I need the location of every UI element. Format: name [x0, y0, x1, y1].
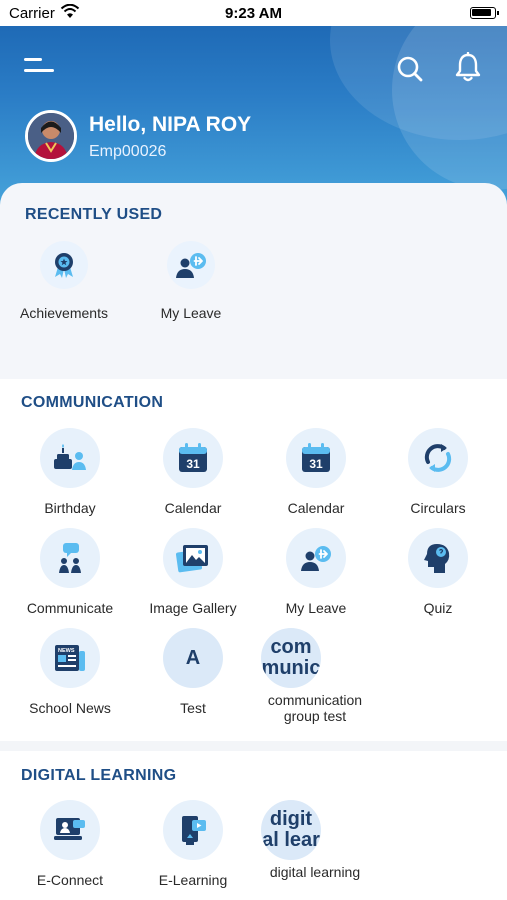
tile-my-leave[interactable]: My Leave — [256, 528, 376, 616]
tile-calendar[interactable]: 31 Calendar — [256, 428, 376, 516]
svg-text:31: 31 — [186, 457, 200, 471]
text-thumbnail-icon: com munic — [261, 628, 321, 688]
tile-label: School News — [29, 700, 111, 716]
avatar-photo — [28, 113, 74, 159]
section-divider — [0, 741, 507, 751]
my-leave-icon — [167, 241, 215, 289]
tile-school-news[interactable]: NEWS School News — [10, 628, 130, 716]
my-leave-icon — [286, 528, 346, 588]
recently-used-title: RECENTLY USED — [25, 206, 163, 223]
tile-e-learning[interactable]: E-Learning — [133, 800, 253, 888]
greeting-text: Hello, NIPA ROY — [89, 113, 252, 136]
recent-item-label: My Leave — [160, 305, 222, 321]
menu-icon — [24, 58, 42, 61]
tile-label: Birthday — [44, 500, 96, 516]
tile-digital-learning[interactable]: digit al lear digital learning — [255, 800, 375, 880]
tile-quiz[interactable]: Quiz — [378, 528, 498, 616]
circular-arrows-icon — [408, 428, 468, 488]
tile-label: communication group test — [267, 692, 363, 724]
tile-e-connect[interactable]: E-Connect — [10, 800, 130, 888]
tile-label: My Leave — [285, 600, 347, 616]
search-icon[interactable] — [395, 54, 425, 84]
communication-title: COMMUNICATION — [21, 394, 164, 411]
tile-label: E-Learning — [158, 872, 228, 888]
text-thumbnail-icon: digit al lear — [261, 800, 321, 860]
tile-label: Calendar — [164, 500, 222, 516]
image-gallery-icon — [163, 528, 223, 588]
e-connect-icon — [40, 800, 100, 860]
tile-label: Test — [180, 700, 206, 716]
battery-icon — [470, 7, 499, 19]
svg-text:31: 31 — [309, 457, 323, 471]
svg-text:NEWS: NEWS — [58, 648, 75, 654]
clock: 9:23 AM — [225, 5, 282, 22]
tile-test[interactable]: A Test — [133, 628, 253, 716]
quiz-head-icon — [408, 528, 468, 588]
tile-label: Communicate — [26, 600, 114, 616]
tile-image-gallery[interactable]: Image Gallery — [133, 528, 253, 616]
status-bar: Carrier 9:23 AM — [0, 0, 507, 26]
birthday-cake-icon — [40, 428, 100, 488]
tile-label: E-Connect — [36, 872, 104, 888]
digital-learning-title: DIGITAL LEARNING — [21, 767, 177, 784]
recent-item-achievements[interactable]: Achievements — [4, 241, 124, 321]
tile-circulars[interactable]: Circulars — [378, 428, 498, 516]
tile-label: Quiz — [423, 600, 453, 616]
tile-communicate[interactable]: Communicate — [10, 528, 130, 616]
communicate-people-icon — [40, 528, 100, 588]
calendar-icon: 31 — [163, 428, 223, 488]
recent-item-my-leave[interactable]: My Leave — [131, 241, 251, 321]
achievement-badge-icon — [40, 241, 88, 289]
recent-item-label: Achievements — [20, 305, 108, 321]
menu-button[interactable] — [22, 52, 56, 80]
notification-bell-icon[interactable] — [453, 52, 483, 84]
letter-a-icon: A — [163, 628, 223, 688]
tile-communication-group-test[interactable]: com munic communication group test — [255, 628, 375, 724]
employee-id: Emp00026 — [89, 143, 167, 160]
tile-label: Calendar — [287, 500, 345, 516]
recently-used-card: RECENTLY USED Achievements My Leave — [0, 183, 507, 379]
tile-calendar[interactable]: 31 Calendar — [133, 428, 253, 516]
tile-birthday[interactable]: Birthday — [10, 428, 130, 516]
menu-icon — [24, 69, 54, 72]
tile-label: Circulars — [410, 500, 466, 516]
e-learning-icon — [163, 800, 223, 860]
tile-label: digital learning — [269, 864, 361, 880]
avatar[interactable] — [25, 110, 77, 162]
newspaper-icon: NEWS — [40, 628, 100, 688]
calendar-icon: 31 — [286, 428, 346, 488]
tile-label: Image Gallery — [149, 600, 237, 616]
